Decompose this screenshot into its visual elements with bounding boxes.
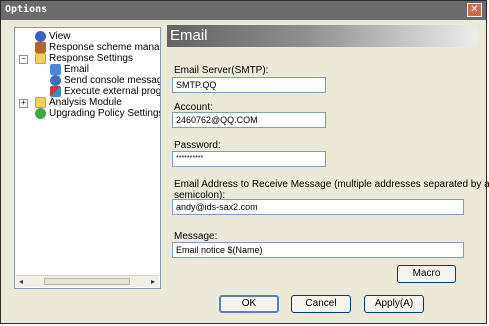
macro-button[interactable]: Macro xyxy=(397,265,456,283)
title-bar[interactable]: Options ✕ xyxy=(1,1,486,20)
window-title: Options xyxy=(5,4,48,15)
password-input[interactable]: ********** xyxy=(172,151,326,167)
tree-item-send-console-message[interactable]: Send console message xyxy=(50,75,160,86)
receive-address-label-line1: Email Address to Receive Message (multip… xyxy=(174,179,489,190)
ok-button[interactable]: OK xyxy=(219,295,279,313)
smtp-server-input[interactable]: SMTP.QQ xyxy=(172,77,326,93)
scrollbar-thumb[interactable] xyxy=(44,278,130,285)
receive-address-input[interactable]: andy@ids-sax2.com xyxy=(172,199,464,215)
cancel-button[interactable]: Cancel xyxy=(291,295,351,313)
tree-item-label: Email xyxy=(64,64,90,75)
tree-item-label: Analysis Module xyxy=(49,97,122,108)
tree-item-label: View xyxy=(49,31,71,42)
tree-item-label: Execute external program xyxy=(64,86,160,97)
panel-title: Email xyxy=(167,25,477,47)
settings-tree: View Response scheme manager − Response … xyxy=(14,27,161,289)
message-label: Message: xyxy=(174,231,218,242)
scroll-right-icon[interactable]: ▸ xyxy=(151,276,155,287)
mail-icon xyxy=(50,64,61,75)
folder-icon xyxy=(35,97,46,108)
scroll-left-icon[interactable]: ◂ xyxy=(19,276,23,287)
smtp-label: Email Server(SMTP): xyxy=(174,65,269,76)
folder-icon xyxy=(35,53,46,64)
account-input[interactable]: 2460762@QQ.COM xyxy=(172,112,326,128)
tree-item-email[interactable]: Email xyxy=(50,64,160,75)
options-dialog: Options ✕ View Response scheme manager −… xyxy=(0,0,489,324)
expander-expand-icon[interactable]: + xyxy=(19,99,28,108)
bag-icon xyxy=(35,42,46,53)
tree-item-label: Send console message xyxy=(64,75,161,86)
tree-item-execute-external-program[interactable]: Execute external program xyxy=(50,86,160,97)
tree-item-response-settings[interactable]: Response Settings xyxy=(35,53,160,64)
tree-item-label: Response Settings xyxy=(49,53,133,64)
message-input[interactable]: Email notice $(Name) xyxy=(172,242,464,258)
tree-item-label: Upgrading Policy Settings xyxy=(49,108,161,119)
gear-icon xyxy=(35,31,46,42)
apply-button[interactable]: Apply(A) xyxy=(364,295,424,313)
globe-icon xyxy=(35,108,46,119)
tree-item-view[interactable]: View xyxy=(35,31,160,42)
password-label: Password: xyxy=(174,140,221,151)
tree-horizontal-scrollbar[interactable]: ◂ ▸ xyxy=(16,275,159,287)
tree-item-upgrading-policy-settings[interactable]: Upgrading Policy Settings xyxy=(35,108,160,119)
tree-item-label: Response scheme manager xyxy=(49,42,160,53)
program-icon xyxy=(50,86,61,97)
tree-item-response-scheme-manager[interactable]: Response scheme manager xyxy=(35,42,160,53)
close-button[interactable]: ✕ xyxy=(467,3,482,17)
info-icon xyxy=(50,75,61,86)
expander-collapse-icon[interactable]: − xyxy=(19,55,28,64)
tree-item-analysis-module[interactable]: Analysis Module xyxy=(35,97,160,108)
